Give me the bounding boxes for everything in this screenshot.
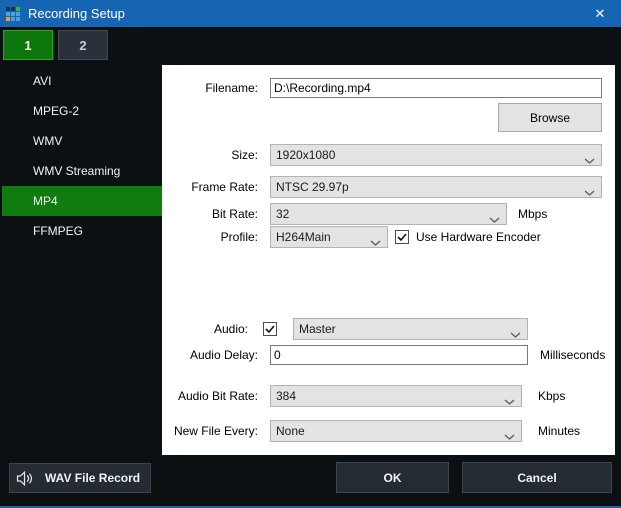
frame-rate-value: NTSC 29.97p (276, 180, 349, 194)
filename-label: Filename: (162, 77, 258, 99)
size-value: 1920x1080 (276, 148, 335, 162)
chevron-down-icon (510, 327, 521, 341)
new-file-every-value: None (276, 424, 305, 438)
audio-bit-rate-select[interactable]: 384 (270, 385, 522, 407)
chevron-down-icon (370, 235, 381, 249)
recording-setup-dialog: Recording Setup ✕ 1 2 AVIMPEG-2WMVWMV St… (0, 0, 621, 508)
chevron-down-icon (584, 185, 595, 199)
bit-rate-select[interactable]: 32 (270, 203, 507, 225)
ok-button[interactable]: OK (336, 462, 449, 493)
logo-square (11, 17, 15, 21)
bit-rate-value: 32 (276, 207, 289, 221)
chevron-down-icon (489, 212, 500, 226)
frame-rate-label: Frame Rate: (162, 176, 258, 198)
profile-select[interactable]: H264Main (270, 226, 388, 248)
window-title: Recording Setup (28, 6, 125, 21)
logo-square (6, 17, 10, 21)
hardware-encoder-checkbox[interactable] (395, 230, 409, 244)
profile-value: H264Main (276, 230, 331, 244)
size-select[interactable]: 1920x1080 (270, 144, 602, 166)
audio-delay-label: Audio Delay: (162, 344, 258, 366)
size-label: Size: (162, 144, 258, 166)
title-bar: Recording Setup ✕ (0, 0, 621, 27)
tab-2[interactable]: 2 (58, 30, 108, 60)
logo-square (16, 12, 20, 16)
logo-square (16, 7, 20, 11)
wav-button-label: WAV File Record (45, 471, 140, 485)
new-file-every-label: New File Every: (162, 420, 258, 442)
audio-checkbox[interactable] (263, 322, 277, 336)
sidebar-item-avi[interactable]: AVI (2, 66, 162, 96)
frame-rate-select[interactable]: NTSC 29.97p (270, 176, 602, 198)
audio-bit-rate-label: Audio Bit Rate: (162, 385, 258, 407)
audio-delay-input[interactable] (270, 345, 528, 365)
bit-rate-label: Bit Rate: (162, 203, 258, 225)
settings-panel: Filename: Browse Size: 1920x1080 Frame R… (162, 65, 615, 455)
audio-source-select[interactable]: Master (293, 318, 528, 340)
sidebar-item-wmv[interactable]: WMV (2, 126, 162, 156)
chevron-down-icon (504, 394, 515, 408)
new-file-every-select[interactable]: None (270, 420, 522, 442)
bit-rate-unit: Mbps (518, 203, 547, 225)
sidebar-item-ffmpeg[interactable]: FFMPEG (2, 216, 162, 246)
close-icon[interactable]: ✕ (583, 0, 617, 27)
format-list: AVIMPEG-2WMVWMV StreamingMP4FFMPEG (2, 66, 162, 246)
new-file-every-unit: Minutes (538, 420, 580, 442)
browse-button[interactable]: Browse (498, 103, 602, 132)
check-icon (397, 232, 407, 242)
logo-square (6, 12, 10, 16)
check-icon (265, 324, 275, 334)
filename-input[interactable] (270, 78, 602, 98)
hardware-encoder-label: Use Hardware Encoder (416, 226, 541, 248)
logo-square (11, 12, 15, 16)
wav-file-record-button[interactable]: WAV File Record (9, 463, 151, 493)
sidebar-item-wmv-streaming[interactable]: WMV Streaming (2, 156, 162, 186)
logo-square (16, 17, 20, 21)
app-logo-icon (6, 7, 20, 21)
audio-bit-rate-unit: Kbps (538, 385, 565, 407)
chevron-down-icon (504, 429, 515, 443)
speaker-icon (16, 471, 34, 486)
sidebar-item-mp4[interactable]: MP4 (2, 186, 162, 216)
audio-delay-unit: Milliseconds (540, 344, 605, 366)
cancel-button[interactable]: Cancel (462, 462, 612, 493)
sidebar-item-mpeg-2[interactable]: MPEG-2 (2, 96, 162, 126)
tab-1[interactable]: 1 (3, 30, 53, 60)
chevron-down-icon (584, 153, 595, 167)
logo-square (6, 7, 10, 11)
audio-label: Audio: (162, 318, 248, 340)
audio-source-value: Master (299, 322, 336, 336)
logo-square (11, 7, 15, 11)
profile-label: Profile: (162, 226, 258, 248)
audio-bit-rate-value: 384 (276, 389, 296, 403)
